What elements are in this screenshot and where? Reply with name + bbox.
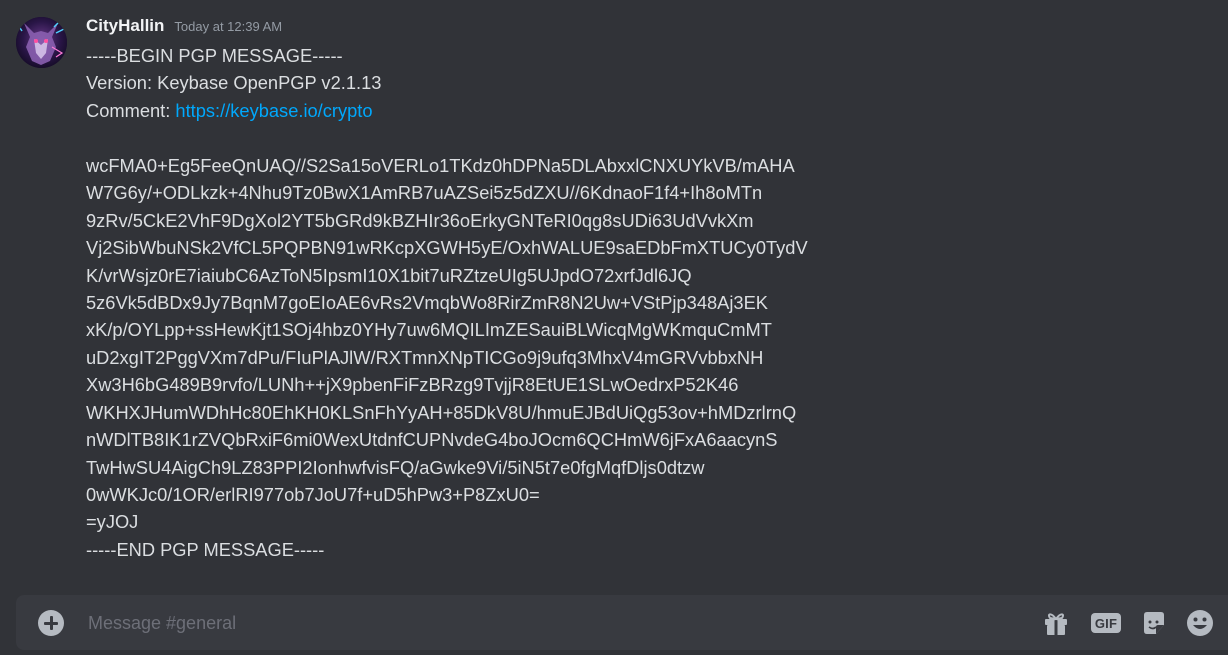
message-line: xK/p/OYLpp+ssHewKjt1SOj4hbz0YHy7uw6MQILI… (86, 319, 772, 341)
message-line: 9zRv/5CkE2VhF9DgXol2YT5bGRd9kBZHIr36oErk… (86, 209, 754, 231)
sticker-button[interactable] (1138, 607, 1170, 639)
message-line: WKHXJHumWDhHc80EhKH0KLSnFhYyAH+85DkV8U/h… (86, 401, 797, 423)
message-line: -----BEGIN PGP MESSAGE----- (86, 45, 343, 66)
comment-line: Comment: https://keybase.io/crypto (86, 97, 808, 124)
message-line: 5z6Vk5dBDx9Jy7BqnM7goEIoAE6vRs2VmqbWo8Ri… (86, 291, 768, 313)
message-composer: GIF (16, 595, 1228, 650)
message-line: K/vrWsjz0rE7iaiubC6AzToN5IpsmI10X1bit7uR… (86, 264, 692, 286)
message-line (86, 124, 808, 151)
message-header: CityHallin Today at 12:39 AM (86, 16, 282, 42)
message-line: TwHwSU4AigCh9LZ83PPI2IonhwfvisFQ/aGwke9V… (86, 456, 705, 478)
avatar[interactable] (16, 17, 67, 68)
message-line: =yJOJ (86, 511, 139, 533)
wolf-avatar-icon (16, 17, 67, 68)
message-line: Version: Keybase OpenPGP v2.1.13 (86, 72, 382, 94)
message-line: 0wWKJc0/1OR/erlRI977ob7JoU7f+uD5hPw3+P8Z… (86, 484, 540, 505)
keybase-link[interactable]: https://keybase.io/crypto (175, 100, 372, 121)
message-content: -----BEGIN PGP MESSAGE----- Version: Key… (86, 42, 808, 563)
timestamp: Today at 12:39 AM (174, 19, 283, 34)
message-line: uD2xgIT2PggVXm7dPu/FIuPlAJlW/RXTmnXNpTIC… (86, 346, 764, 368)
message-line: W7G6y/+ODLkzk+4Nhu9Tz0BwX1AmRB7uAZSei5z5… (86, 182, 763, 204)
sticker-icon (1144, 612, 1164, 634)
gift-button[interactable] (1040, 607, 1072, 639)
gif-button[interactable]: GIF (1090, 607, 1122, 639)
username[interactable]: CityHallin (86, 16, 164, 36)
message-line: -----END PGP MESSAGE----- (86, 538, 325, 560)
message-line: nWDlTB8IK1rZVQbRxiF6mi0WexUtdnfCUPNvdeG4… (86, 429, 778, 451)
message-line: Vj2SibWbuNSk2VfCL5PQPBN91wRKcpXGWH5yE/Ox… (86, 237, 808, 259)
gif-icon: GIF (1090, 613, 1122, 633)
message-line: Xw3H6bG489B9rvfo/LUNh++jX9pbenFiFzBRzg9T… (86, 374, 739, 396)
message-line: wcFMA0+Eg5FeeQnUAQ//S2Sa15oVERLo1TKdz0hD… (86, 154, 795, 176)
emoji-button[interactable] (1184, 607, 1216, 639)
chat-message: CityHallin Today at 12:39 AM -----BEGIN … (0, 0, 1228, 590)
comment-label: Comment: (86, 99, 176, 121)
plus-circle-icon[interactable] (38, 610, 64, 636)
emoji-icon (1187, 610, 1213, 636)
message-input[interactable] (86, 609, 990, 638)
gift-icon (1045, 613, 1067, 635)
